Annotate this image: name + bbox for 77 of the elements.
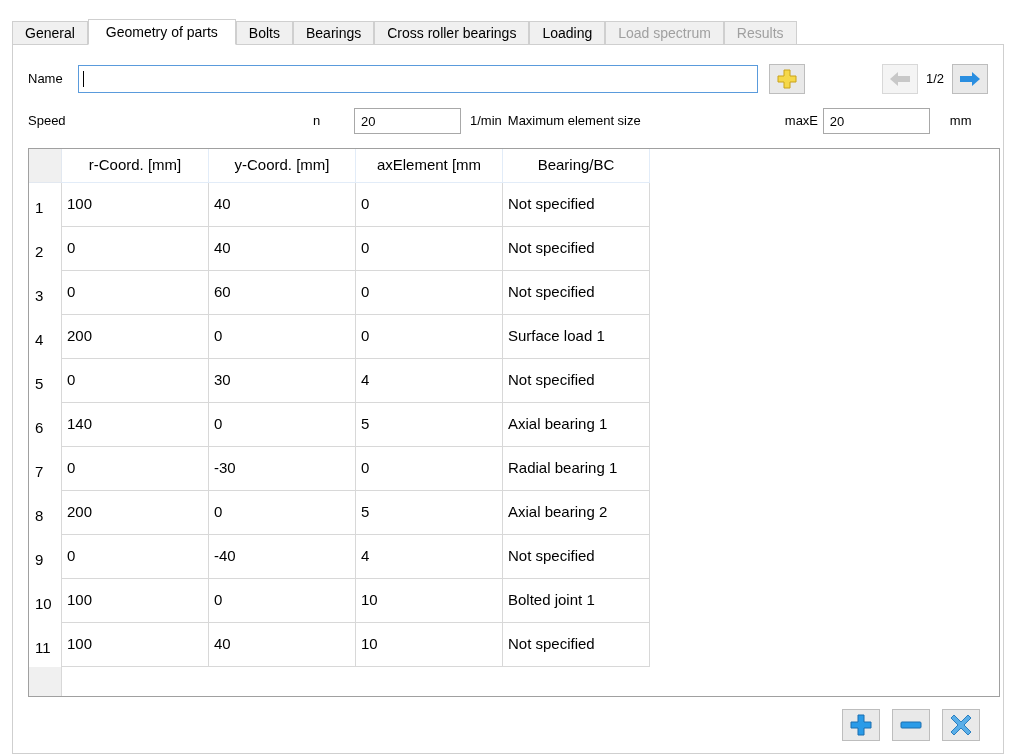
table-cell: 0	[356, 315, 503, 359]
table-cell: 0	[209, 403, 356, 447]
table-cell: 4	[356, 535, 503, 579]
table-cell: 200	[62, 491, 209, 535]
max-element-label: Maximum element size	[507, 112, 642, 131]
table-cell: 0	[209, 579, 356, 623]
table-cell: Not specified	[503, 227, 650, 271]
tab[interactable]: Bolts	[235, 21, 293, 44]
speed-unit: 1/min	[470, 112, 502, 131]
text-cursor	[83, 71, 84, 87]
max-element-unit: mm	[949, 112, 972, 131]
name-label: Name	[28, 70, 64, 89]
table-cell: 0	[209, 491, 356, 535]
table-cell: 0	[356, 183, 503, 227]
table-cell: 0	[62, 535, 209, 579]
speed-symbol: n	[313, 112, 322, 131]
column-header[interactable]: axElement [mm	[356, 149, 503, 183]
table-cell: -30	[209, 447, 356, 491]
table-cell: 10	[356, 623, 503, 667]
max-element-symbol: maxE	[784, 112, 820, 131]
table-cell: 0	[62, 359, 209, 403]
table-cell: 40	[209, 227, 356, 271]
row-header-filler	[29, 667, 62, 696]
table-cell: 10	[356, 579, 503, 623]
table-cell: -40	[209, 535, 356, 579]
table-cell: Not specified	[503, 271, 650, 315]
table-cell: 5	[356, 403, 503, 447]
table-cell: 60	[209, 271, 356, 315]
table-cell: 40	[209, 623, 356, 667]
speed-label: Speed	[28, 112, 67, 131]
table-cell: Surface load 1	[503, 315, 650, 359]
page-indicator: 1/2	[925, 70, 944, 89]
table-cell: 140	[62, 403, 209, 447]
table-cell: 4	[356, 359, 503, 403]
table-corner	[29, 149, 62, 183]
table-cell: 200	[62, 315, 209, 359]
tab[interactable]: Cross roller bearings	[374, 21, 530, 44]
add-row-button[interactable]	[842, 709, 880, 741]
table-cell: Not specified	[503, 535, 650, 579]
delete-button[interactable]	[942, 709, 980, 741]
table-cell: 0	[62, 271, 209, 315]
close-icon	[950, 714, 972, 736]
table-cell: Axial bearing 1	[503, 403, 650, 447]
next-button[interactable]	[952, 64, 988, 94]
tab[interactable]: Geometry of parts	[87, 19, 236, 45]
table-cell: 30	[209, 359, 356, 403]
speed-input-field[interactable]: 20	[354, 108, 461, 134]
max-element-input-field[interactable]: 20	[822, 108, 930, 134]
tab[interactable]: Bearings	[293, 21, 375, 44]
table-cell: 0	[356, 271, 503, 315]
column-header[interactable]: r-Coord. [mm]	[62, 149, 209, 183]
table-cell: 0	[356, 447, 503, 491]
table-cell: 5	[356, 491, 503, 535]
table-cell: Radial bearing 1	[503, 447, 650, 491]
table-cell: 0	[62, 447, 209, 491]
add-name-button[interactable]	[769, 64, 805, 94]
column-header[interactable]: y-Coord. [mm]	[209, 149, 356, 183]
plus-icon	[850, 714, 872, 736]
table-cell: 100	[62, 623, 209, 667]
previous-button[interactable]	[881, 64, 918, 94]
table-cell: 100	[62, 183, 209, 227]
table-cell: 0	[356, 227, 503, 271]
table-cell: 0	[62, 227, 209, 271]
tab[interactable]: Loading	[529, 21, 606, 44]
table-cell: 40	[209, 183, 356, 227]
table-cell: 0	[209, 315, 356, 359]
tab[interactable]: General	[12, 21, 88, 44]
column-header[interactable]: Bearing/BC	[503, 149, 650, 183]
table-cell: Not specified	[503, 359, 650, 403]
table-cell: Not specified	[503, 183, 650, 227]
remove-row-button[interactable]	[892, 709, 930, 741]
table-cell: Not specified	[503, 623, 650, 667]
table-cell: 100	[62, 579, 209, 623]
name-input-field[interactable]	[78, 65, 758, 93]
plus-icon	[777, 69, 797, 89]
table-cell: Bolted joint 1	[503, 579, 650, 623]
table-cell: Axial bearing 2	[503, 491, 650, 535]
